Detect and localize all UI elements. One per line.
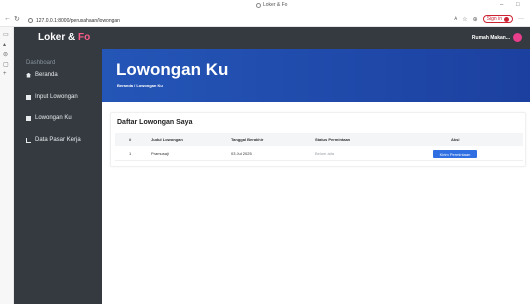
column-header: Judul Lowongan (151, 137, 183, 142)
tab-favicon-icon (256, 2, 261, 8)
home-icon (26, 72, 31, 78)
app-sidebar: Dashboard Beranda Input Lowongan Lowonga… (14, 49, 102, 304)
reload-icon[interactable]: ↻ (14, 15, 20, 23)
send-request-button[interactable]: Kirim Permintaan (433, 150, 477, 158)
sidebar-item-input-lowongan[interactable]: Input Lowongan (26, 94, 78, 100)
column-header: Aksi (451, 137, 460, 142)
app-header: Loker & Fo Rumah Makan... (14, 27, 530, 49)
site-info-icon[interactable] (28, 18, 33, 23)
column-header: # (129, 137, 132, 142)
back-icon[interactable]: ← (4, 15, 11, 22)
briefcase-icon (26, 115, 31, 121)
table-header: # Judul Lowongan Tanggal Berakhir Status… (115, 133, 523, 146)
user-menu[interactable]: Rumah Makan... (472, 33, 522, 42)
extensions-icon[interactable]: ⊕ (473, 16, 478, 23)
breadcrumb: Beranda / Lowongan Ku (117, 83, 163, 88)
vacancy-card: Daftar Lowongan Saya # Judul Lowongan Ta… (110, 112, 526, 167)
address-bar[interactable]: 127.0.0.1:8000/perusahaan/lowongan (28, 16, 288, 25)
user-name: Rumah Makan... (471, 34, 510, 41)
chart-icon (26, 137, 31, 143)
row-end-date: 03 Jul 2025 (231, 151, 252, 156)
user-avatar (513, 33, 522, 42)
edge-bing-icon[interactable]: ▴ (3, 41, 6, 48)
browser-tab[interactable]: Loker & Fo (256, 2, 287, 8)
sidebar-heading: Dashboard (26, 60, 56, 66)
maximize-icon[interactable]: □ (516, 2, 520, 8)
minimize-icon[interactable]: – (500, 2, 503, 8)
sidebar-item-lowongan-ku[interactable]: Lowongan Ku (26, 115, 72, 121)
read-aloud-icon[interactable]: ᴀ (454, 16, 457, 22)
page-banner: Lowongan Ku Beranda / Lowongan Ku (102, 49, 530, 102)
row-title: Pramusaji (151, 151, 169, 156)
column-header: Tanggal Berakhir (231, 137, 264, 142)
profile-avatar-icon (504, 16, 509, 22)
row-number: 1 (129, 151, 132, 156)
favorite-icon[interactable]: ☆ (462, 16, 467, 23)
more-options-icon[interactable]: ··· (518, 16, 524, 22)
signin-button[interactable]: Sign in (482, 15, 513, 23)
brand-logo[interactable]: Loker & Fo (38, 32, 90, 43)
url-text: 127.0.0.1:8000/perusahaan/lowongan (36, 17, 120, 24)
tab-title: Loker & Fo (263, 2, 288, 8)
row-status: Belum ada (315, 151, 335, 156)
edge-workspaces-icon[interactable]: ▭ (3, 31, 9, 38)
card-title: Daftar Lowongan Saya (117, 119, 193, 126)
table-row: 1 Pramusaji 03 Jul 2025 Belum ada Kirim … (115, 147, 523, 161)
column-header: Status Permintaan (315, 137, 351, 142)
edge-sidebar: ▭ ▴ ⊜ ▢ + (0, 27, 14, 304)
briefcase-icon (26, 94, 31, 100)
edge-search-icon[interactable]: ⊜ (3, 51, 8, 58)
browser-titlebar: Loker & Fo – □ (0, 0, 530, 13)
edge-shopping-icon[interactable]: ▢ (3, 61, 9, 68)
sidebar-item-data-pasar-kerja[interactable]: Data Pasar Kerja (26, 137, 81, 143)
browser-toolbar: ← ↻ 127.0.0.1:8000/perusahaan/lowongan ᴀ… (0, 13, 530, 27)
page-title: Lowongan Ku (116, 60, 229, 79)
edge-add-icon[interactable]: + (3, 71, 7, 77)
sidebar-item-beranda[interactable]: Beranda (26, 72, 58, 78)
